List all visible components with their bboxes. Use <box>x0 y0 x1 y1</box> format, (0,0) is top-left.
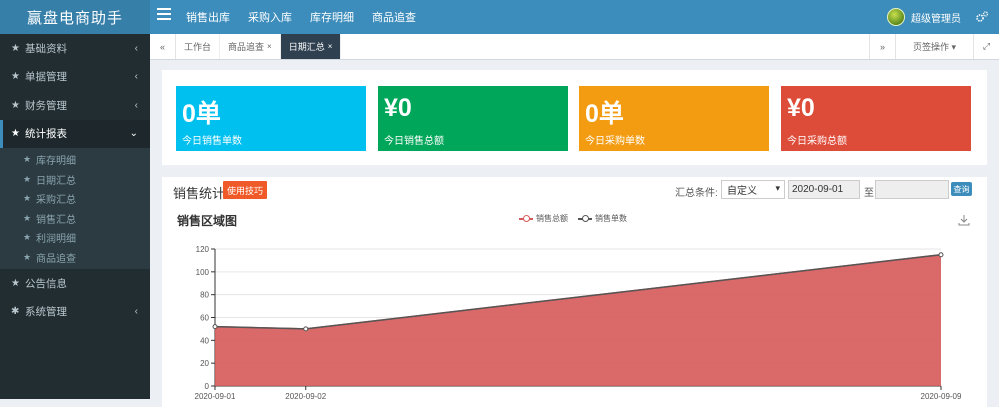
y-tick-label: 120 <box>196 245 210 254</box>
sidebar-item-basic-data[interactable]: ★ 基础资料 ‹ <box>0 34 150 63</box>
sidebar-subitem-goods-trace[interactable]: ★ 商品追查 <box>0 248 150 268</box>
stat-card-purchase-amount: ¥0 今日采购总额 <box>781 86 971 151</box>
top-bar: 赢盘电商助手 销售出库 采购入库 库存明细 商品追查 超级管理员 <box>0 0 999 34</box>
stat-card-sales-amount: ¥0 今日销售总额 <box>378 86 568 151</box>
sidebar-item-documents[interactable]: ★ 单据管理 ‹ <box>0 63 150 92</box>
stats-panel: 0单 今日销售单数 ¥0 今日销售总额 0单 今日采购单数 ¥0 今日采购总额 <box>162 70 987 165</box>
sidebar-item-label: 系统管理 <box>25 306 67 319</box>
stat-value: 0单 <box>182 100 221 128</box>
sidebar: ★ 基础资料 ‹ ★ 单据管理 ‹ ★ 财务管理 ‹ ★ 统计报表 ⌄ ★ 库存明… <box>0 34 150 399</box>
sidebar-item-announcements[interactable]: ★ 公告信息 <box>0 269 150 298</box>
y-tick-label: 20 <box>200 359 209 368</box>
area-series-sales-amount <box>215 254 941 386</box>
user-name: 超级管理员 <box>911 13 961 25</box>
tabs-scroll-left-icon[interactable]: « <box>150 34 176 59</box>
sidebar-item-system[interactable]: ✱ 系统管理 ‹ <box>0 298 150 327</box>
y-tick-label: 60 <box>200 314 209 323</box>
stat-card-sales-count: 0单 今日销售单数 <box>176 86 366 151</box>
stat-label: 今日销售单数 <box>182 136 242 147</box>
tab-workbench[interactable]: 工作台 <box>176 34 221 59</box>
star-icon: ★ <box>11 71 20 83</box>
sidebar-subitem-purchase-summary[interactable]: ★ 采购汇总 <box>0 189 150 209</box>
star-icon: ★ <box>23 193 32 204</box>
x-tick-label: 2020-09-09 <box>921 392 962 401</box>
avatar <box>887 8 905 26</box>
sidebar-subitem-stock-detail[interactable]: ★ 库存明细 <box>0 150 150 170</box>
gear-icon: ✱ <box>11 306 20 318</box>
star-icon: ★ <box>23 251 32 262</box>
sidebar-subitem-label: 利润明细 <box>36 234 76 246</box>
close-icon[interactable]: × <box>328 42 333 51</box>
sidebar-item-label: 统计报表 <box>25 128 67 141</box>
sidebar-subitem-label: 采购汇总 <box>36 195 76 207</box>
data-point <box>303 326 309 332</box>
sidebar-subitem-profit-detail[interactable]: ★ 利润明细 <box>0 228 150 248</box>
sidebar-item-finance[interactable]: ★ 财务管理 ‹ <box>0 91 150 120</box>
sidebar-item-reports[interactable]: ★ 统计报表 ⌄ <box>0 119 150 148</box>
tab-bar: « 工作台 商品追查 × 日期汇总 × » 页签操作 ▾ ⤢ <box>150 34 999 60</box>
tab-label: 日期汇总 <box>288 42 325 52</box>
tab-date-summary[interactable]: 日期汇总 × <box>280 34 342 59</box>
chevron-down-icon: ⌄ <box>129 128 138 140</box>
x-tick-label: 2020-09-01 <box>195 392 236 401</box>
chevron-left-icon: ‹ <box>134 42 138 54</box>
user-menu[interactable]: 超级管理员 <box>887 0 961 34</box>
tab-label: 工作台 <box>184 42 212 52</box>
stat-label: 今日销售总额 <box>384 136 444 147</box>
sales-area-chart: 0 20 40 60 80 100 120 2020-09-01 2020-09-02 2020-… <box>195 245 962 401</box>
y-tick-label: 40 <box>200 336 209 345</box>
star-icon: ★ <box>23 154 32 165</box>
top-nav: 销售出库 采购入库 库存明细 商品追查 <box>186 0 434 34</box>
stat-value: ¥0 <box>384 94 412 122</box>
star-icon: ★ <box>23 173 32 184</box>
fullscreen-icon[interactable]: ⤢ <box>973 34 999 59</box>
chevron-left-icon: ‹ <box>134 99 138 111</box>
stat-value: 0单 <box>585 100 624 128</box>
star-icon: ★ <box>23 232 32 243</box>
stat-card-purchase-count: 0单 今日采购单数 <box>579 86 769 151</box>
sidebar-subitem-date-summary[interactable]: ★ 日期汇总 <box>0 170 150 190</box>
topnav-purchase-in[interactable]: 采购入库 <box>248 9 292 25</box>
tabs-scroll-right-icon[interactable]: » <box>869 34 895 59</box>
tab-label: 商品追查 <box>228 42 265 52</box>
data-point <box>212 324 218 330</box>
chevron-left-icon: ‹ <box>134 71 138 83</box>
sidebar-item-label: 单据管理 <box>25 71 67 84</box>
sales-panel: 销售统计 使用技巧 汇总条件: 自定义 ▾ 2020-09-01 至 查询 销售… <box>162 177 987 407</box>
data-point <box>938 252 944 258</box>
sidebar-subitem-label: 库存明细 <box>36 156 76 168</box>
chevron-left-icon: ‹ <box>134 306 138 318</box>
x-tick-label: 2020-09-02 <box>285 392 326 401</box>
star-icon: ★ <box>11 42 20 54</box>
topnav-goods-trace[interactable]: 商品追查 <box>372 9 416 25</box>
tabs: 工作台 商品追查 × 日期汇总 × <box>176 34 342 59</box>
menu-toggle-icon[interactable] <box>157 8 171 22</box>
sidebar-subitem-label: 销售汇总 <box>36 214 76 226</box>
stat-label: 今日采购总额 <box>787 136 847 147</box>
y-tick-label: 80 <box>200 291 209 300</box>
star-icon: ★ <box>23 212 32 223</box>
page-ops-dropdown[interactable]: 页签操作 ▾ <box>895 34 973 59</box>
star-icon: ★ <box>11 277 20 289</box>
sidebar-subitem-label: 商品追查 <box>36 253 76 265</box>
tab-goods-trace[interactable]: 商品追查 × <box>220 34 281 59</box>
app-logo[interactable]: 赢盘电商助手 <box>0 0 150 34</box>
sidebar-subitem-sales-summary[interactable]: ★ 销售汇总 <box>0 209 150 229</box>
y-tick-label: 0 <box>205 382 210 391</box>
topnav-sales-out[interactable]: 销售出库 <box>186 9 230 25</box>
star-icon: ★ <box>11 128 20 140</box>
gears-icon[interactable] <box>975 10 989 24</box>
y-tick-label: 100 <box>196 268 210 277</box>
star-icon: ★ <box>11 99 20 111</box>
reports-submenu: ★ 库存明细 ★ 日期汇总 ★ 采购汇总 ★ 销售汇总 ★ 利润明细 ★ 商品追查 <box>0 148 150 269</box>
stat-label: 今日采购单数 <box>585 136 645 147</box>
sidebar-item-label: 公告信息 <box>25 277 67 290</box>
stat-value: ¥0 <box>787 94 815 122</box>
topnav-stock-detail[interactable]: 库存明细 <box>310 9 354 25</box>
close-icon[interactable]: × <box>267 42 272 51</box>
sidebar-subitem-label: 日期汇总 <box>36 175 76 187</box>
sidebar-item-label: 基础资料 <box>25 42 67 55</box>
sidebar-item-label: 财务管理 <box>25 99 67 112</box>
